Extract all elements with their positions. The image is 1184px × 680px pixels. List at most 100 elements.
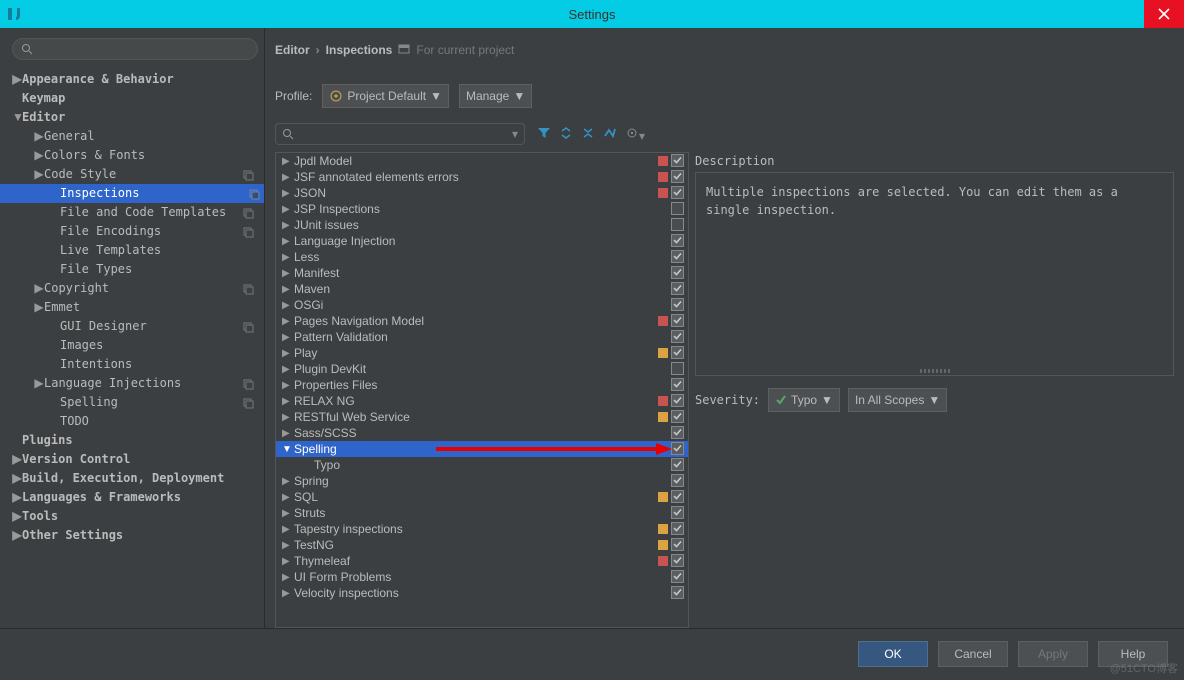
sidebar-item[interactable]: ▼Editor (12, 108, 258, 127)
inspection-row[interactable]: ▶RELAX NG (276, 393, 688, 409)
settings-sidebar: ▶Appearance & Behavior Keymap▼Editor▶Gen… (0, 28, 265, 628)
checkbox[interactable] (671, 458, 684, 471)
inspection-tree[interactable]: ▶Jpdl Model▶JSF annotated elements error… (275, 152, 689, 628)
inspection-row[interactable]: ▶Sass/SCSS (276, 425, 688, 441)
inspection-row[interactable]: ▶Velocity inspections (276, 585, 688, 601)
apply-button[interactable]: Apply (1018, 641, 1088, 667)
checkbox[interactable] (671, 538, 684, 551)
sidebar-item[interactable]: TODO (12, 412, 258, 431)
inspection-row[interactable]: ▶Pattern Validation (276, 329, 688, 345)
inspection-row[interactable]: ▶Spring (276, 473, 688, 489)
cancel-button[interactable]: Cancel (938, 641, 1008, 667)
sidebar-item[interactable]: Keymap (12, 89, 258, 108)
sidebar-item[interactable]: File Types (12, 260, 258, 279)
sidebar-item[interactable]: ▶Language Injections (12, 374, 258, 393)
checkbox[interactable] (671, 426, 684, 439)
sidebar-item[interactable]: ▶Build, Execution, Deployment (12, 469, 258, 488)
profile-label: Profile: (275, 89, 312, 103)
sidebar-item[interactable]: ▶Emmet (12, 298, 258, 317)
checkbox[interactable] (671, 362, 684, 375)
inspection-row[interactable]: ▶UI Form Problems (276, 569, 688, 585)
checkbox[interactable] (671, 170, 684, 183)
checkbox[interactable] (671, 474, 684, 487)
checkbox[interactable] (671, 186, 684, 199)
sidebar-item[interactable]: ▶Copyright (12, 279, 258, 298)
severity-combo[interactable]: Typo ▼ (768, 388, 840, 412)
sidebar-item[interactable]: ▶Other Settings (12, 526, 258, 545)
sidebar-item[interactable]: Inspections (0, 184, 264, 203)
inspection-row[interactable]: ▶Tapestry inspections (276, 521, 688, 537)
checkbox[interactable] (671, 298, 684, 311)
sidebar-item[interactable]: File Encodings (12, 222, 258, 241)
scope-combo[interactable]: In All Scopes ▼ (848, 388, 947, 412)
checkbox[interactable] (671, 234, 684, 247)
sidebar-search[interactable] (12, 38, 258, 60)
inspection-row[interactable]: ▶JUnit issues (276, 217, 688, 233)
inspection-row[interactable]: ▶Play (276, 345, 688, 361)
profile-combo[interactable]: Project Default ▼ (322, 84, 449, 108)
checkbox[interactable] (671, 570, 684, 583)
checkbox[interactable] (671, 522, 684, 535)
inspection-row[interactable]: ▶Manifest (276, 265, 688, 281)
reset-icon[interactable] (603, 126, 617, 143)
checkbox[interactable] (671, 266, 684, 279)
sidebar-item[interactable]: Intentions (12, 355, 258, 374)
sidebar-item[interactable]: ▶Code Style (12, 165, 258, 184)
inspection-row[interactable]: ▶JSON (276, 185, 688, 201)
sidebar-item[interactable]: ▶Appearance & Behavior (12, 70, 258, 89)
checkbox[interactable] (671, 586, 684, 599)
ok-button[interactable]: OK (858, 641, 928, 667)
inspection-row[interactable]: ▶JSF annotated elements errors (276, 169, 688, 185)
inspection-row[interactable]: ▶SQL (276, 489, 688, 505)
checkbox[interactable] (671, 490, 684, 503)
checkbox[interactable] (671, 330, 684, 343)
manage-button[interactable]: Manage ▼ (459, 84, 532, 108)
sidebar-item[interactable]: ▶Tools (12, 507, 258, 526)
breadcrumb-editor[interactable]: Editor (275, 43, 310, 57)
sidebar-item[interactable]: Images (12, 336, 258, 355)
inspection-row[interactable]: ▶Plugin DevKit (276, 361, 688, 377)
inspection-row[interactable]: ▶Struts (276, 505, 688, 521)
sidebar-item[interactable]: ▶General (12, 127, 258, 146)
inspection-row[interactable]: ▶Maven (276, 281, 688, 297)
inspection-row[interactable]: ▶Properties Files (276, 377, 688, 393)
expand-all-icon[interactable] (559, 126, 573, 143)
checkbox[interactable] (671, 346, 684, 359)
checkbox[interactable] (671, 202, 684, 215)
sidebar-tree[interactable]: ▶Appearance & Behavior Keymap▼Editor▶Gen… (12, 70, 258, 545)
checkbox[interactable] (671, 506, 684, 519)
checkbox[interactable] (671, 554, 684, 567)
sidebar-item[interactable]: Plugins (12, 431, 258, 450)
inspection-row[interactable]: ▶TestNG (276, 537, 688, 553)
checkbox[interactable] (671, 410, 684, 423)
sidebar-item[interactable]: ▶Languages & Frameworks (12, 488, 258, 507)
inspection-row[interactable]: ▶JSP Inspections (276, 201, 688, 217)
inspection-search[interactable]: ▾ (275, 123, 525, 145)
filter-icon[interactable] (537, 126, 551, 143)
checkbox[interactable] (671, 378, 684, 391)
sidebar-item[interactable]: File and Code Templates (12, 203, 258, 222)
close-button[interactable] (1144, 0, 1184, 28)
inspection-row[interactable]: ▶Less (276, 249, 688, 265)
checkbox[interactable] (671, 394, 684, 407)
sidebar-item[interactable]: Live Templates (12, 241, 258, 260)
checkbox[interactable] (671, 282, 684, 295)
sidebar-item[interactable]: ▶Version Control (12, 450, 258, 469)
checkbox[interactable] (671, 218, 684, 231)
checkbox[interactable] (671, 154, 684, 167)
sidebar-item[interactable]: GUI Designer (12, 317, 258, 336)
checkbox[interactable] (671, 250, 684, 263)
settings-gear-icon[interactable]: ▾ (625, 126, 645, 143)
inspection-row[interactable]: Typo (276, 457, 688, 473)
sidebar-item[interactable]: ▶Colors & Fonts (12, 146, 258, 165)
breadcrumb-inspections: Inspections (326, 43, 393, 57)
inspection-row[interactable]: ▶Pages Navigation Model (276, 313, 688, 329)
inspection-row[interactable]: ▶Language Injection (276, 233, 688, 249)
inspection-row[interactable]: ▶OSGi (276, 297, 688, 313)
collapse-all-icon[interactable] (581, 126, 595, 143)
sidebar-item[interactable]: Spelling (12, 393, 258, 412)
inspection-row[interactable]: ▶Jpdl Model (276, 153, 688, 169)
checkbox[interactable] (671, 314, 684, 327)
inspection-row[interactable]: ▶Thymeleaf (276, 553, 688, 569)
inspection-row[interactable]: ▶RESTful Web Service (276, 409, 688, 425)
